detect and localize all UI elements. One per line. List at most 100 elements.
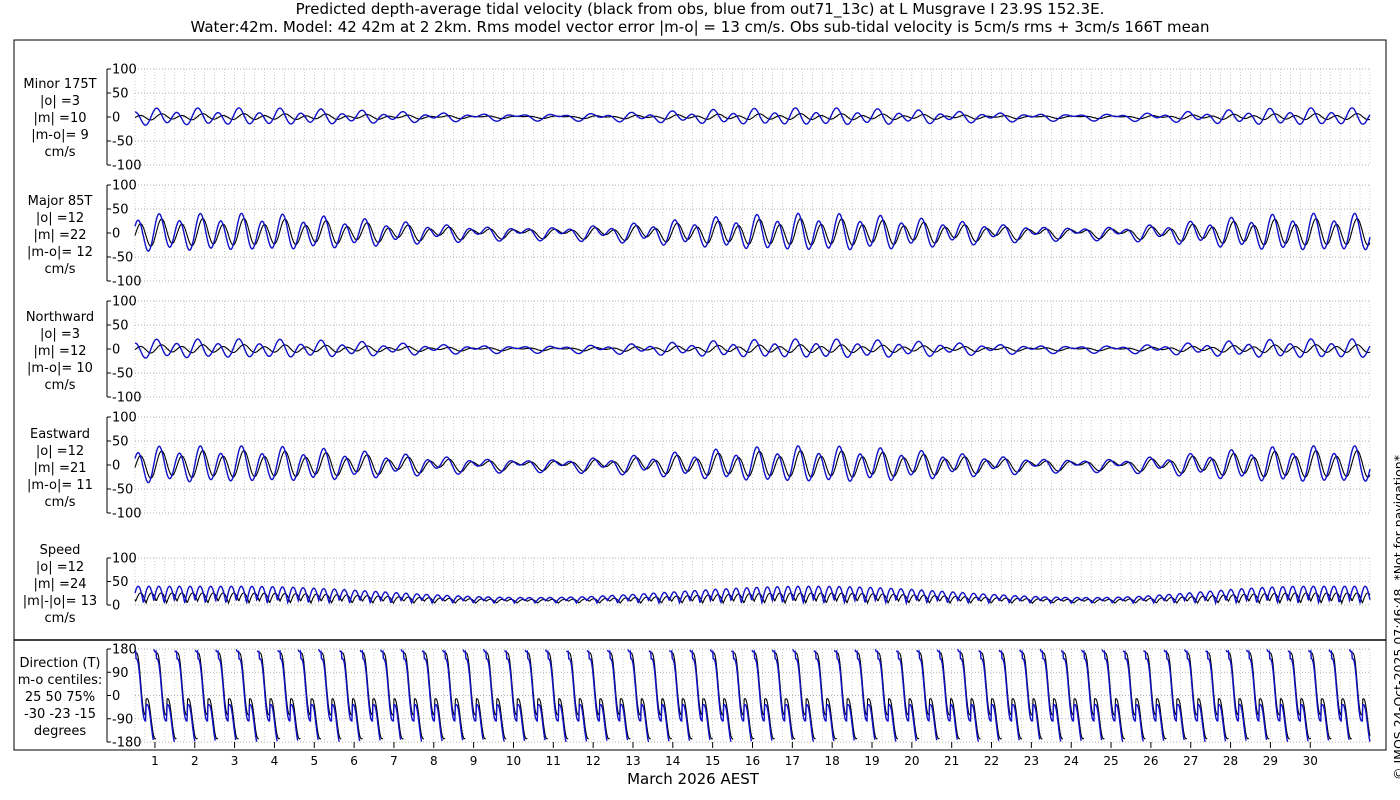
outer-frame	[13, 39, 1387, 751]
panel-label-line: |m-o|= 12	[27, 245, 93, 260]
panel-label-line: |m| =10	[33, 111, 87, 126]
y-tick-label: 0	[112, 227, 120, 242]
panel-label-line: Direction (T)	[19, 656, 101, 671]
y-tick-label: -100	[112, 507, 142, 522]
y-tick-label: -100	[112, 391, 142, 406]
y-tick-label: 100	[112, 411, 137, 426]
panel-label-line: |o| =3	[39, 327, 80, 342]
panel-label-line: Major 85T	[27, 194, 93, 209]
direction-series-model	[134, 648, 1371, 743]
x-tick-label: 24	[1064, 754, 1079, 768]
x-tick-label: 21	[944, 754, 959, 768]
panel-label-line: cm/s	[44, 378, 76, 393]
panel-minor: 100 50 0 -50 -100	[106, 63, 1371, 174]
y-tick-label: 100	[112, 552, 137, 567]
panel-label-major: Major 85T |o| =12 |m| =22 |m-o|= 12 cm/s	[12, 193, 108, 278]
panel-label-line: |o| =12	[35, 560, 85, 575]
x-tick-label: 4	[271, 754, 279, 768]
x-tick-label: 7	[390, 754, 398, 768]
x-tick-label: 10	[506, 754, 521, 768]
x-tick-label: 22	[984, 754, 999, 768]
x-tick-label: 28	[1223, 754, 1238, 768]
panel-label-line: |m| =24	[33, 577, 87, 592]
panel-label-line: |m-o|= 9	[31, 128, 89, 143]
panel-label-line: -30 -23 -15	[24, 707, 96, 722]
panel-label-line: |o| =3	[39, 94, 80, 109]
y-tick-label: 50	[112, 575, 129, 590]
panel-label-line: 25 50 75%	[24, 690, 96, 705]
y-tick-label: -180	[112, 736, 142, 751]
copyright-credit: © IMOS 24-Oct-2025 07:46:48. *Not for na…	[1391, 455, 1400, 780]
x-tick-label: 25	[1103, 754, 1118, 768]
x-tick-label: 18	[825, 754, 840, 768]
x-tick-label: 13	[625, 754, 640, 768]
y-tick-label: -100	[112, 275, 142, 290]
tidal-velocity-figure: 100500-50-100100500-50-100100500-50-1001…	[13, 39, 1387, 768]
direction-series-obs	[134, 652, 1371, 740]
x-axis: 1 2 3 4 5 6 7 8 9 10 11 12 13 14 15 16 17 18 19 20 21 22 23 24 2…	[151, 742, 1318, 768]
panel-label-line: |o| =12	[35, 444, 85, 459]
y-tick-label: -50	[112, 367, 133, 382]
x-tick-label: 15	[705, 754, 720, 768]
x-tick-label: 3	[231, 754, 239, 768]
panel-label-line: |m|-|o|= 13	[22, 594, 98, 609]
x-tick-label: 12	[586, 754, 601, 768]
y-tick-label: -50	[112, 483, 133, 498]
panel-major: 100 50 0 -50 -100	[106, 179, 1371, 290]
y-tick-label: 0	[112, 689, 120, 704]
y-tick-label: 180	[112, 643, 137, 658]
panel-label-line: |o| =12	[35, 211, 85, 226]
y-tick-label: 0	[112, 343, 120, 358]
y-tick-label: 100	[112, 179, 137, 194]
y-tick-label: 100	[112, 295, 137, 310]
y-tick-label: 0	[112, 459, 120, 474]
x-tick-label: 30	[1303, 754, 1318, 768]
panel-label-line: cm/s	[44, 145, 76, 160]
y-tick-label: 100	[112, 63, 137, 78]
panel-label-line: |m-o|= 10	[27, 361, 93, 376]
panel-label-north: Northward |o| =3 |m| =12 |m-o|= 10 cm/s	[12, 309, 108, 394]
panel-label-line: cm/s	[44, 262, 76, 277]
panel-label-line: degrees	[33, 724, 87, 739]
x-tick-label: 6	[350, 754, 358, 768]
y-tick-label: -100	[112, 159, 142, 174]
panel-east: 100 50 0 -50 -100	[106, 411, 1371, 522]
x-tick-label: 14	[665, 754, 680, 768]
panel-label-line: Eastward	[29, 427, 91, 442]
x-tick-label: 1	[151, 754, 159, 768]
y-tick-label: -90	[112, 712, 133, 727]
x-tick-label: 8	[430, 754, 438, 768]
panel-label-line: Speed	[39, 543, 81, 558]
x-tick-label: 9	[470, 754, 478, 768]
panel-label-line: cm/s	[44, 495, 76, 510]
y-tick-label: 50	[112, 203, 129, 218]
panel-label-line: |m| =21	[33, 461, 87, 476]
x-tick-label: 20	[904, 754, 919, 768]
panel-label-direction: Direction (T) m-o centiles: 25 50 75% -30 -…	[12, 655, 108, 740]
y-tick-label: 50	[112, 435, 129, 450]
x-tick-label: 2	[191, 754, 199, 768]
y-tick-label: 90	[112, 666, 129, 681]
y-tick-label: -50	[112, 251, 133, 266]
y-tick-label: 0	[112, 599, 120, 614]
y-tick-label: -50	[112, 135, 133, 150]
x-tick-label: 11	[546, 754, 561, 768]
panel-direction: 180 90 0 -90 -180	[106, 643, 1371, 751]
x-tick-label: 23	[1024, 754, 1039, 768]
x-tick-label: 17	[785, 754, 800, 768]
x-tick-label: 5	[310, 754, 318, 768]
x-tick-label: 29	[1263, 754, 1278, 768]
panel-north: 100 50 0 -50 -100	[106, 295, 1371, 406]
y-tick-label: 0	[112, 111, 120, 126]
x-axis-label: March 2026 AEST	[627, 770, 759, 788]
panel-label-line: |m| =12	[33, 344, 87, 359]
panel-label-east: Eastward |o| =12 |m| =21 |m-o|= 11 cm/s	[12, 426, 108, 511]
panel-speed: 100 50 0	[106, 552, 1371, 614]
x-tick-label: 27	[1183, 754, 1198, 768]
panel-label-speed: Speed |o| =12 |m| =24 |m|-|o|= 13 cm/s	[12, 542, 108, 627]
panel-label-line: |m| =22	[33, 228, 87, 243]
panel-label-line: |m-o|= 11	[27, 478, 93, 493]
x-tick-label: 16	[745, 754, 760, 768]
x-tick-label: 26	[1143, 754, 1158, 768]
panel-label-line: Minor 175T	[23, 77, 97, 92]
